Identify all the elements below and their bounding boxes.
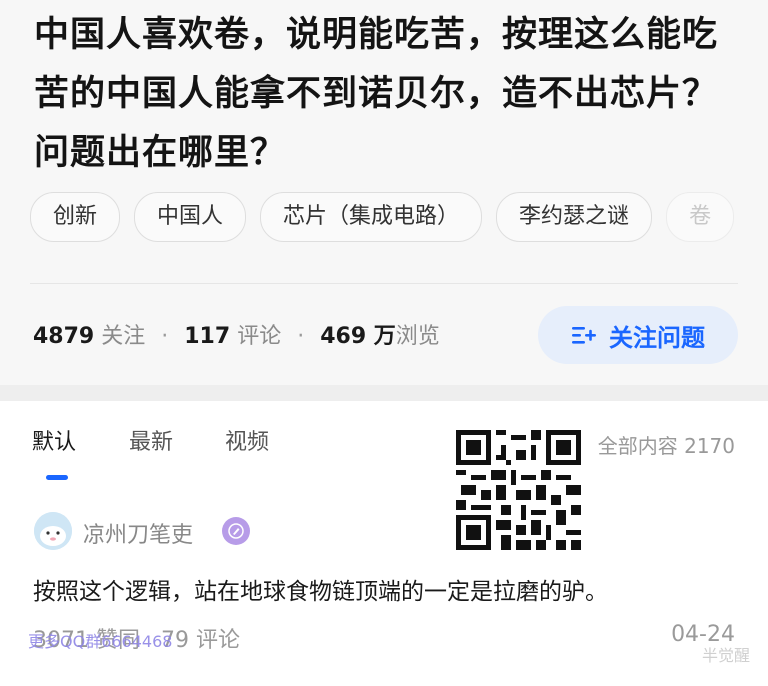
comments-label[interactable]: 评论 xyxy=(237,324,281,349)
topic-chip[interactable]: 芯片（集成电路） xyxy=(260,192,483,242)
divider xyxy=(30,283,738,284)
author-name[interactable]: 凉州刀笔吏 xyxy=(83,517,193,549)
qr-code-image xyxy=(456,430,581,550)
corner-watermark: 半觉醒 xyxy=(701,646,750,665)
topic-list: 创新 中国人 芯片（集成电路） 李约瑟之谜卷 xyxy=(30,192,768,242)
follow-question-label: 关注问题 xyxy=(609,323,705,352)
topic-chip[interactable]: 卷 xyxy=(666,192,735,242)
topic-chip[interactable]: 创新 xyxy=(30,192,121,242)
all-content-count[interactable]: 全部内容 2170 xyxy=(598,430,735,459)
answer-comments-label[interactable]: 评论 xyxy=(196,628,240,653)
watermark-text: 更多QQ群6664468 xyxy=(28,632,173,651)
topic-chip[interactable]: 中国人 xyxy=(134,192,247,242)
followers-label: 关注 xyxy=(101,324,146,349)
tab-video[interactable]: 视频 xyxy=(225,424,269,456)
comments-count: 117 xyxy=(184,324,231,349)
section-separator xyxy=(0,385,768,401)
stats-separator: · xyxy=(297,324,305,349)
answer-excerpt[interactable]: 按照这个逻辑，站在地球食物链顶端的一定是拉磨的驴。 xyxy=(33,572,608,606)
follow-list-icon xyxy=(572,327,596,344)
active-tab-indicator xyxy=(46,475,68,480)
tab-latest[interactable]: 最新 xyxy=(129,424,173,456)
views-label: 浏览 xyxy=(395,324,440,349)
views-count: 469 万 xyxy=(320,324,396,349)
topic-chip[interactable]: 李约瑟之谜 xyxy=(496,192,653,242)
stats-separator: · xyxy=(161,324,169,349)
author-badge-icon xyxy=(222,517,250,545)
question-stats: 4879 关注 · 117 评论 · 469 万浏览 xyxy=(33,318,440,350)
avatar-image xyxy=(34,512,72,550)
avatar[interactable] xyxy=(34,512,72,550)
follow-question-button[interactable]: 关注问题 xyxy=(538,306,738,364)
question-title[interactable]: 中国人喜欢卷，说明能吃苦，按理这么能吃苦的中国人能拿不到诺贝尔，造不出芯片？问题… xyxy=(34,6,746,183)
tab-default[interactable]: 默认 xyxy=(32,424,76,456)
followers-count: 4879 xyxy=(33,324,95,349)
